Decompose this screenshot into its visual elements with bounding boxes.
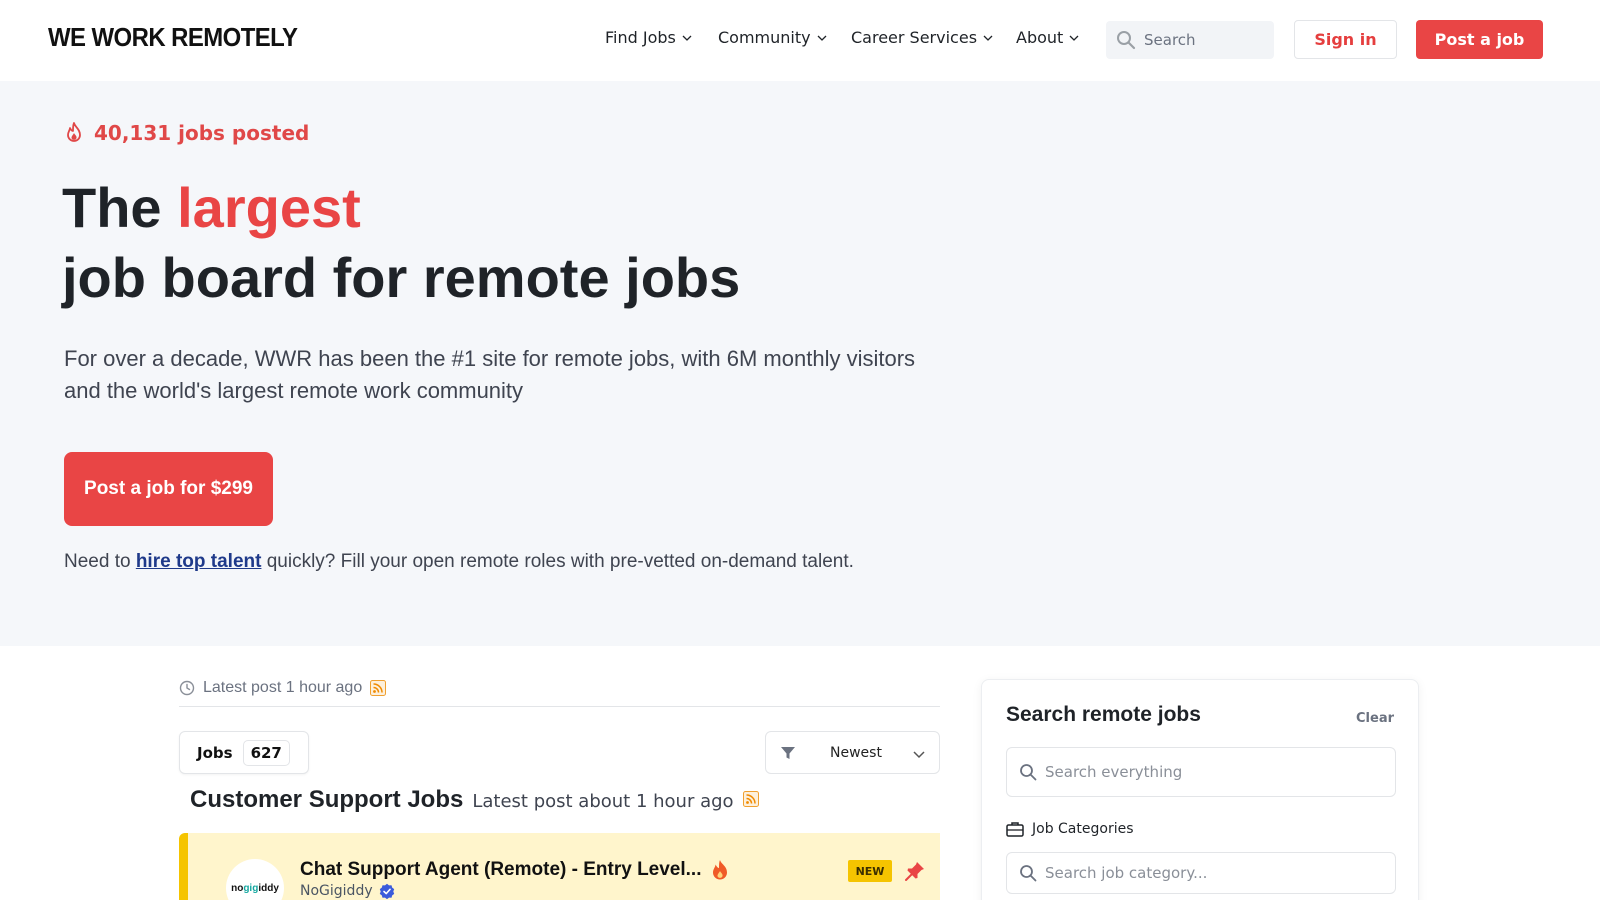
chevron-down-icon — [983, 35, 993, 41]
hero-title-pre: The — [62, 176, 178, 239]
job-company-name: NoGigiddy — [300, 883, 373, 899]
company-logo: no gig iddy — [226, 859, 284, 900]
hero-title: The largest job board for remote jobs — [62, 173, 740, 313]
nav-career-services[interactable]: Career Services — [851, 28, 994, 47]
header-search-input[interactable] — [1144, 31, 1264, 49]
jobs-tab-label: Jobs — [197, 743, 233, 762]
clock-icon — [179, 680, 195, 696]
jobs-posted-stat: 40,131 jobs posted — [64, 121, 309, 145]
filter-icon — [781, 747, 795, 759]
chevron-down-icon — [682, 35, 692, 41]
chevron-down-icon — [913, 751, 925, 759]
category-search-input[interactable] — [1045, 864, 1365, 882]
nav-career-services-label: Career Services — [851, 28, 978, 47]
chevron-down-icon — [1069, 35, 1079, 41]
nav-find-jobs-label: Find Jobs — [605, 28, 676, 47]
search-everything-field[interactable] — [1006, 747, 1396, 797]
fire-icon — [67, 122, 81, 142]
hire-pre: Need to — [64, 551, 136, 572]
clear-filters-button[interactable]: Clear — [1356, 711, 1394, 726]
verified-icon — [379, 883, 394, 899]
nav-about[interactable]: About — [1016, 28, 1080, 47]
post-job-button[interactable]: Post a job — [1416, 20, 1543, 59]
category-search-field[interactable] — [1006, 852, 1396, 894]
job-categories-label: Job Categories — [1006, 821, 1134, 837]
category-title[interactable]: Customer Support Jobs — [190, 786, 463, 814]
chevron-down-icon — [817, 35, 827, 41]
latest-post-row: Latest post 1 hour ago — [179, 679, 387, 697]
rss-icon[interactable] — [742, 791, 759, 807]
nav-community-label: Community — [718, 28, 811, 47]
divider — [179, 706, 940, 707]
hero-title-line2: job board for remote jobs — [62, 246, 741, 309]
rss-icon[interactable] — [370, 680, 387, 696]
job-company: NoGigiddy — [300, 883, 395, 899]
hire-top-talent-link[interactable]: hire top talent — [136, 551, 262, 572]
search-panel: Search remote jobs Clear Job Categories — [981, 679, 1419, 900]
hero-section: 40,131 jobs posted The largest job board… — [0, 81, 1600, 646]
search-icon — [1020, 764, 1037, 781]
sort-select[interactable]: Newest — [765, 731, 940, 774]
hire-post: quickly? Fill your open remote roles wit… — [261, 551, 854, 572]
jobs-tab[interactable]: Jobs 627 — [179, 731, 309, 774]
site-logo[interactable]: WE WORK REMOTELY — [48, 22, 298, 53]
jobs-count-badge: 627 — [242, 739, 290, 766]
nav-about-label: About — [1016, 28, 1064, 47]
job-title-text: Chat Support Agent (Remote) - Entry Leve… — [300, 859, 702, 880]
hero-title-accent: largest — [177, 176, 361, 239]
search-icon — [1117, 31, 1136, 50]
nav-find-jobs[interactable]: Find Jobs — [605, 28, 693, 47]
category-latest-post: Latest post about 1 hour ago — [472, 791, 734, 812]
site-header: WE WORK REMOTELY Find Jobs Community Car… — [0, 0, 1600, 81]
hire-talent-line: Need to hire top talent quickly? Fill yo… — [64, 551, 854, 573]
search-panel-title: Search remote jobs — [1006, 703, 1201, 726]
sort-select-value: Newest — [830, 745, 882, 761]
jobs-posted-text: 40,131 jobs posted — [94, 121, 310, 145]
fire-icon — [712, 860, 727, 880]
latest-post-text: Latest post 1 hour ago — [203, 679, 363, 696]
job-listing-card[interactable]: no gig iddy Chat Support Agent (Remote) - … — [179, 833, 940, 900]
nav-community[interactable]: Community — [718, 28, 828, 47]
search-icon — [1020, 865, 1037, 882]
sign-in-button[interactable]: Sign in — [1294, 20, 1397, 59]
category-heading: Customer Support Jobs Latest post about … — [190, 786, 759, 814]
briefcase-icon — [1006, 822, 1024, 837]
pin-icon[interactable] — [904, 860, 926, 882]
new-badge: NEW — [848, 860, 892, 882]
post-job-cta-button[interactable]: Post a job for $299 — [64, 452, 273, 526]
job-title[interactable]: Chat Support Agent (Remote) - Entry Leve… — [300, 859, 730, 881]
header-search[interactable] — [1106, 21, 1274, 59]
job-categories-text: Job Categories — [1032, 821, 1134, 837]
search-everything-input[interactable] — [1045, 763, 1365, 781]
company-logo-text-b: gig — [243, 882, 259, 894]
hero-subtitle: For over a decade, WWR has been the #1 s… — [64, 346, 916, 403]
company-logo-text-a: no — [231, 882, 244, 894]
company-logo-text-c: iddy — [258, 882, 279, 894]
